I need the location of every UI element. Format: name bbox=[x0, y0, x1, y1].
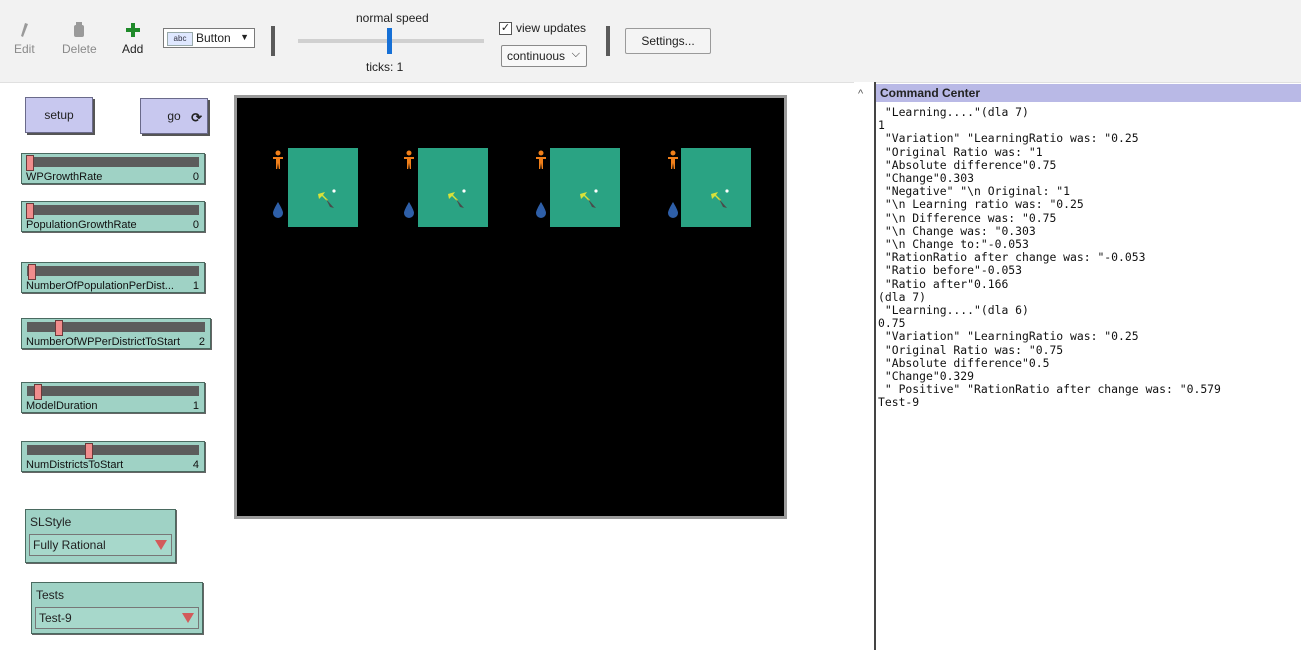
command-center-title: Command Center bbox=[876, 84, 1301, 102]
widget-type-select[interactable]: abc Button ▼ bbox=[163, 28, 255, 48]
water-drop-icon bbox=[404, 202, 414, 218]
person-icon bbox=[536, 150, 546, 169]
slider-track[interactable] bbox=[27, 266, 199, 276]
chooser-dropdown[interactable]: Test-9 bbox=[35, 607, 199, 629]
edit-button[interactable]: Edit bbox=[14, 22, 35, 56]
district-patch bbox=[418, 148, 488, 227]
slider-thumb[interactable] bbox=[34, 384, 42, 400]
person-icon bbox=[404, 150, 414, 169]
district-patch bbox=[288, 148, 358, 227]
go-button[interactable]: go ⟳ bbox=[140, 98, 208, 134]
setup-button[interactable]: setup bbox=[25, 97, 93, 133]
command-center-divider[interactable] bbox=[874, 82, 876, 650]
slider-name: WPGrowthRate bbox=[26, 171, 103, 183]
person-icon bbox=[668, 150, 678, 169]
chooser-value: Fully Rational bbox=[33, 538, 106, 552]
slider-value: 4 bbox=[192, 459, 199, 471]
arrow-icon bbox=[711, 189, 729, 208]
chevron-down-icon: ⌵ bbox=[571, 48, 580, 60]
slider-numberofpopulationperdistrict[interactable]: NumberOfPopulationPerDist... 1 bbox=[21, 262, 205, 293]
slider-name: PopulationGrowthRate bbox=[26, 219, 137, 231]
delete-label: Delete bbox=[62, 42, 97, 56]
slider-track[interactable] bbox=[27, 386, 199, 396]
slider-value: 1 bbox=[192, 400, 199, 412]
district-patch bbox=[550, 148, 620, 227]
slider-value: 0 bbox=[192, 219, 199, 231]
slider-value: 1 bbox=[192, 280, 199, 292]
chevron-down-icon: ▼ bbox=[240, 32, 249, 42]
slider-value: 2 bbox=[198, 336, 205, 348]
command-center-gutter bbox=[854, 82, 874, 650]
collapse-caret-icon[interactable]: ^ bbox=[858, 88, 863, 100]
triangle-down-icon bbox=[155, 540, 167, 550]
settings-button[interactable]: Settings... bbox=[625, 28, 711, 54]
slider-track[interactable] bbox=[27, 322, 205, 332]
world-view[interactable] bbox=[234, 95, 787, 519]
arrow-icon bbox=[318, 189, 336, 208]
slider-track[interactable] bbox=[27, 445, 199, 455]
view-updates-label: view updates bbox=[516, 21, 587, 35]
arrow-icon bbox=[580, 189, 598, 208]
command-center-output: "Learning...."(dla 7) 1 "Variation" "Lea… bbox=[878, 105, 1221, 410]
chooser-name: Tests bbox=[36, 588, 65, 602]
add-button[interactable]: Add bbox=[122, 22, 143, 56]
slider-populationgrowthrate[interactable]: PopulationGrowthRate 0 bbox=[21, 201, 205, 232]
delete-button[interactable]: Delete bbox=[62, 22, 97, 56]
slider-thumb[interactable] bbox=[85, 443, 93, 459]
ticks-counter: ticks: 1 bbox=[366, 60, 404, 74]
toolbar: Edit Delete Add abc Button ▼ normal spee… bbox=[0, 0, 1301, 83]
setup-label: setup bbox=[44, 108, 74, 122]
triangle-down-icon bbox=[182, 613, 194, 623]
slider-name: NumDistrictsToStart bbox=[26, 459, 124, 471]
slider-value: 0 bbox=[192, 171, 199, 183]
arrow-icon bbox=[448, 189, 466, 208]
chooser-tests[interactable]: Tests Test-9 bbox=[31, 582, 203, 634]
slider-modelduration[interactable]: ModelDuration 1 bbox=[21, 382, 205, 413]
widget-type-value: Button bbox=[196, 31, 231, 45]
slider-name: NumberOfPopulationPerDist... bbox=[26, 280, 174, 292]
chooser-slstyle[interactable]: SLStyle Fully Rational bbox=[25, 509, 176, 563]
button-widget-icon: abc bbox=[167, 32, 193, 46]
update-mode-value: continuous bbox=[507, 49, 566, 63]
slider-track[interactable] bbox=[27, 205, 199, 215]
slider-numdistrictstostart[interactable]: NumDistrictsToStart 4 bbox=[21, 441, 205, 472]
chooser-value: Test-9 bbox=[39, 611, 72, 625]
edit-label: Edit bbox=[14, 42, 35, 56]
slider-track[interactable] bbox=[27, 157, 199, 167]
slider-wpgrowthrate[interactable]: WPGrowthRate 0 bbox=[21, 153, 205, 184]
go-label: go bbox=[167, 109, 181, 123]
pencil-icon bbox=[21, 23, 29, 37]
water-drop-icon bbox=[668, 202, 678, 218]
speed-slider-thumb[interactable] bbox=[387, 28, 392, 54]
speed-label: normal speed bbox=[356, 11, 429, 25]
trash-icon bbox=[74, 22, 85, 37]
toolbar-separator bbox=[271, 26, 275, 56]
slider-name: NumberOfWPPerDistrictToStart bbox=[26, 336, 181, 348]
water-drop-icon bbox=[536, 202, 546, 218]
person-icon bbox=[273, 150, 283, 169]
view-updates-checkbox[interactable]: ✓ bbox=[499, 22, 512, 35]
slider-thumb[interactable] bbox=[28, 264, 36, 280]
slider-thumb[interactable] bbox=[26, 155, 34, 171]
plus-icon bbox=[125, 23, 140, 37]
district-patch bbox=[681, 148, 751, 227]
slider-thumb[interactable] bbox=[26, 203, 34, 219]
update-mode-select[interactable]: continuous ⌵ bbox=[501, 45, 587, 67]
toolbar-separator bbox=[606, 26, 610, 56]
water-drop-icon bbox=[273, 202, 283, 218]
slider-thumb[interactable] bbox=[55, 320, 63, 336]
slider-numberofwpperdistricttostart[interactable]: NumberOfWPPerDistrictToStart 2 bbox=[21, 318, 211, 349]
chooser-dropdown[interactable]: Fully Rational bbox=[29, 534, 172, 556]
add-label: Add bbox=[122, 42, 144, 56]
forever-icon: ⟳ bbox=[191, 110, 202, 125]
chooser-name: SLStyle bbox=[30, 515, 72, 529]
slider-name: ModelDuration bbox=[26, 400, 98, 412]
